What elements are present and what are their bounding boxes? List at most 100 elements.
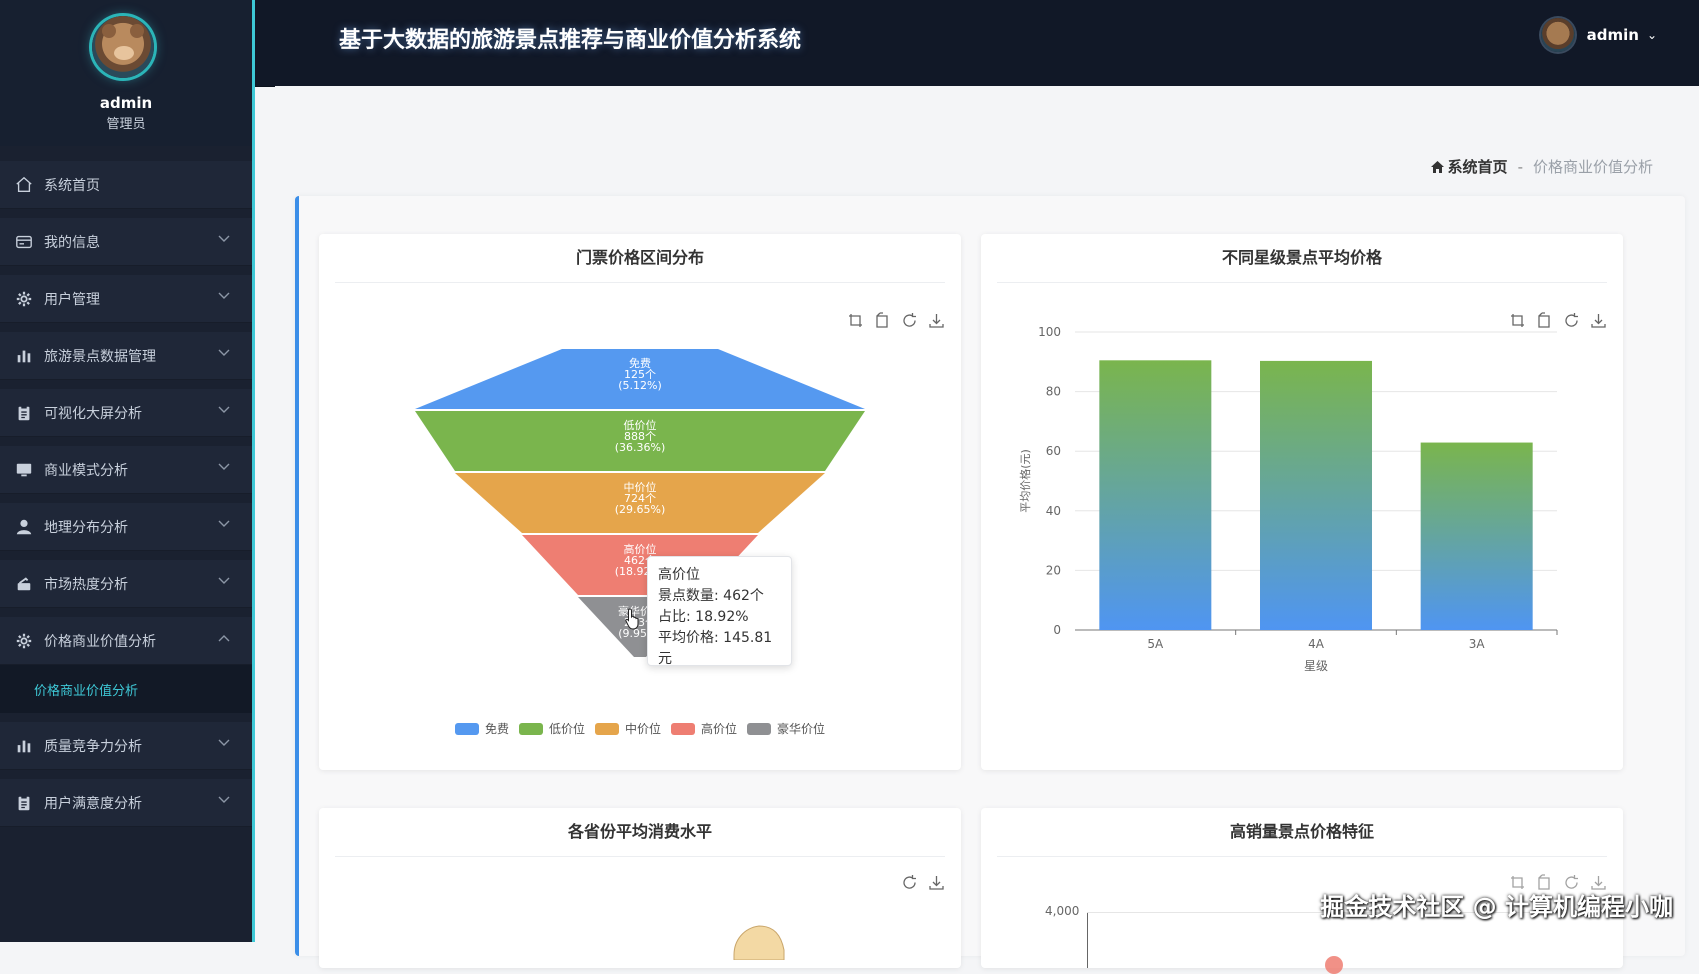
- bar-title: 不同星级景点平均价格: [997, 234, 1607, 283]
- top-header: 基于大数据的旅游景点推荐与商业价值分析系统 admin ⌄: [255, 0, 1699, 87]
- sales-point: [1325, 956, 1343, 974]
- download-icon[interactable]: [928, 874, 945, 891]
- sales-y-axis: [1087, 912, 1088, 968]
- y-tick-label: 40: [1046, 504, 1061, 518]
- sales-y-tick: 4,000: [1045, 904, 1080, 918]
- sidebar-item-label: 用户满意度分析: [44, 796, 142, 812]
- chevron-down-icon: [218, 403, 230, 417]
- tooltip-count: 景点数量: 462个: [658, 588, 764, 604]
- sidebar-menu: 系统首页我的信息用户管理旅游景点数据管理可视化大屏分析商业模式分析地理分布分析市…: [0, 161, 252, 836]
- sidebar-item[interactable]: 用户管理: [0, 275, 252, 323]
- sidebar-item[interactable]: 我的信息: [0, 218, 252, 266]
- legend-label: 高价位: [701, 722, 738, 736]
- sidebar: admin 管理员 系统首页 我的信息 用户管理 旅游景点数据管理 可视化大屏分析 商业模…: [0, 0, 255, 942]
- sidebar-item[interactable]: 市场热度分析: [0, 560, 252, 608]
- y-tick-label: 0: [1053, 623, 1061, 637]
- y-tick-label: 80: [1046, 385, 1061, 399]
- app-title: 基于大数据的旅游景点推荐与商业价值分析系统: [339, 28, 802, 53]
- sidebar-item[interactable]: 质量竞争力分析: [0, 722, 252, 770]
- chevron-down-icon: [218, 574, 230, 588]
- funnel-title: 门票价格区间分布: [335, 234, 945, 283]
- bar-chart[interactable]: 0 20 40 60 80 100 5A 4A 3A 星级 平均价格(元): [981, 282, 1623, 752]
- legend-label: 免费: [484, 722, 509, 736]
- x-tick-label: 4A: [1308, 637, 1325, 651]
- chevron-down-icon[interactable]: ⌄: [1647, 28, 1657, 42]
- sidebar-item[interactable]: 旅游景点数据管理: [0, 332, 252, 380]
- chevron-down-icon: [218, 289, 230, 303]
- user-icon: [14, 517, 34, 537]
- chevron-down-icon: [218, 736, 230, 750]
- legend-item[interactable]: 低价位: [518, 720, 585, 737]
- bar[interactable]: [1099, 360, 1212, 630]
- clipboard-icon: [14, 793, 34, 813]
- sidebar-item-label: 质量竞争力分析: [44, 739, 142, 755]
- sidebar-item[interactable]: 可视化大屏分析: [0, 389, 252, 437]
- breadcrumb-current: 价格商业价值分析: [1532, 158, 1653, 176]
- funnel-label: (29.65%): [615, 503, 666, 516]
- sidebar-item-label: 地理分布分析: [44, 520, 128, 536]
- header-avatar[interactable]: [1540, 18, 1575, 52]
- bar-chart-icon: [14, 346, 34, 366]
- tooltip-avg: 平均价格: 145.81元: [658, 630, 773, 667]
- home-icon: [1430, 160, 1444, 173]
- legend-label: 低价位: [548, 722, 585, 736]
- sales-title: 高销量景点价格特征: [997, 808, 1607, 857]
- legend-label: 中价位: [624, 722, 661, 736]
- y-tick-label: 20: [1046, 563, 1061, 577]
- sidebar-item-label: 系统首页: [44, 178, 100, 194]
- x-tick-label: 5A: [1147, 637, 1164, 651]
- legend-swatch: [671, 722, 695, 735]
- chevron-down-icon: [218, 517, 230, 531]
- clipboard-icon: [14, 403, 34, 423]
- header-username[interactable]: admin: [1587, 26, 1639, 44]
- x-tick-label: 3A: [1469, 637, 1486, 651]
- legend-item[interactable]: 中价位: [594, 720, 661, 737]
- sidebar-item-label: 用户管理: [44, 292, 100, 308]
- funnel-tooltip: 高价位 景点数量: 462个 占比: 18.92% 平均价格: 145.81元: [647, 556, 792, 667]
- legend-item[interactable]: 豪华价位: [747, 720, 825, 737]
- gear-icon: [14, 631, 34, 651]
- funnel-card: 门票价格区间分布 免费 125个 (5.12%) 低价位 888个 (36.36%) 中价位…: [319, 234, 961, 770]
- y-tick-label: 100: [1038, 325, 1061, 339]
- province-card: 各省份平均消费水平: [319, 808, 961, 968]
- submenu-item-active[interactable]: 价格商业价值分析: [0, 665, 252, 713]
- sidebar-item-label: 可视化大屏分析: [44, 406, 142, 422]
- submenu-item-label: 价格商业价值分析: [34, 683, 139, 699]
- chevron-up-icon: [218, 631, 230, 645]
- legend-item[interactable]: 高价位: [671, 720, 737, 737]
- refresh-icon[interactable]: [901, 874, 918, 891]
- watermark: 掘金技术社区 @ 计算机编程小咖: [1320, 893, 1673, 921]
- y-axis-label: 平均价格(元): [1018, 449, 1032, 513]
- sidebar-item-label: 我的信息: [44, 235, 100, 251]
- map-shape: [733, 925, 785, 960]
- monitor-icon: [14, 460, 34, 480]
- legend-item[interactable]: 免费: [454, 720, 509, 737]
- sidebar-item[interactable]: 商业模式分析: [0, 446, 252, 494]
- sidebar-item[interactable]: 价格商业价值分析: [0, 617, 252, 665]
- chevron-down-icon: [218, 460, 230, 474]
- sidebar-item[interactable]: 系统首页: [0, 161, 252, 209]
- funnel-chart[interactable]: 免费125个(5.12%)低价位888个(36.36%)中价位724个(29.6…: [319, 282, 961, 752]
- funnel-label: (5.12%): [618, 379, 662, 392]
- avatar[interactable]: [92, 16, 154, 78]
- breadcrumb-home[interactable]: 系统首页: [1448, 156, 1508, 177]
- graduation-cap-icon: [14, 574, 34, 594]
- bar[interactable]: [1420, 442, 1533, 630]
- breadcrumb-separator: -: [1517, 157, 1523, 176]
- user-menu[interactable]: admin ⌄: [1540, 18, 1657, 52]
- sidebar-item-label: 价格商业价值分析: [44, 634, 156, 650]
- profile-name: admin: [99, 94, 153, 112]
- sidebar-item[interactable]: 用户满意度分析: [0, 779, 252, 827]
- gear-icon: [14, 289, 34, 309]
- id-card-icon: [14, 232, 34, 252]
- province-toolbox: [901, 874, 945, 891]
- analysis-panel: 门票价格区间分布 免费 125个 (5.12%) 低价位 888个 (36.36%) 中价位…: [295, 196, 1685, 974]
- y-tick-label: 60: [1046, 444, 1061, 458]
- sidebar-item[interactable]: 地理分布分析: [0, 503, 252, 551]
- chevron-down-icon: [218, 232, 230, 246]
- legend-swatch: [594, 722, 619, 735]
- tooltip-ratio: 占比: 18.92%: [658, 609, 749, 625]
- main-content: 系统首页 - 价格商业价值分析 门票价格区间分布 免费 125个 (5.12%) 低价…: [275, 86, 1699, 974]
- bar[interactable]: [1260, 360, 1372, 630]
- chevron-down-icon: [218, 346, 230, 360]
